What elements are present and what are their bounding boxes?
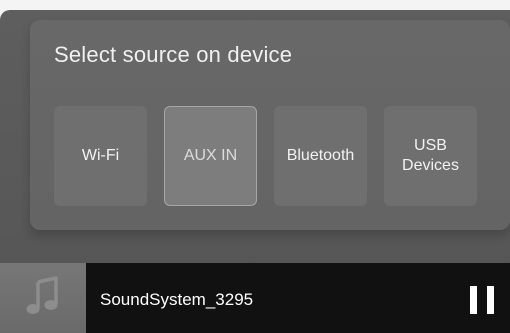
pause-bar-right <box>487 286 494 314</box>
source-label: AUX IN <box>183 147 238 164</box>
source-panel: Select source on device Wi-Fi AUX IN Blu… <box>30 20 510 230</box>
source-aux-in-button[interactable]: AUX IN <box>164 106 257 206</box>
source-bluetooth-button[interactable]: Bluetooth <box>274 106 367 206</box>
source-label: USB Devices <box>402 137 459 174</box>
source-label: Wi-Fi <box>81 147 120 164</box>
pause-icon[interactable] <box>470 286 494 314</box>
screen: Select source on device Wi-Fi AUX IN Blu… <box>0 0 510 333</box>
source-wifi-button[interactable]: Wi-Fi <box>54 106 147 206</box>
now-playing-bar[interactable]: SoundSystem_3295 <box>0 263 510 333</box>
source-usb-devices-button[interactable]: USB Devices <box>384 106 477 206</box>
pause-bar-left <box>470 286 477 314</box>
source-label: Bluetooth <box>286 147 355 164</box>
track-name: SoundSystem_3295 <box>100 290 254 309</box>
music-note-icon <box>26 275 60 321</box>
album-art <box>0 263 86 333</box>
panel-title: Select source on device <box>54 42 293 67</box>
